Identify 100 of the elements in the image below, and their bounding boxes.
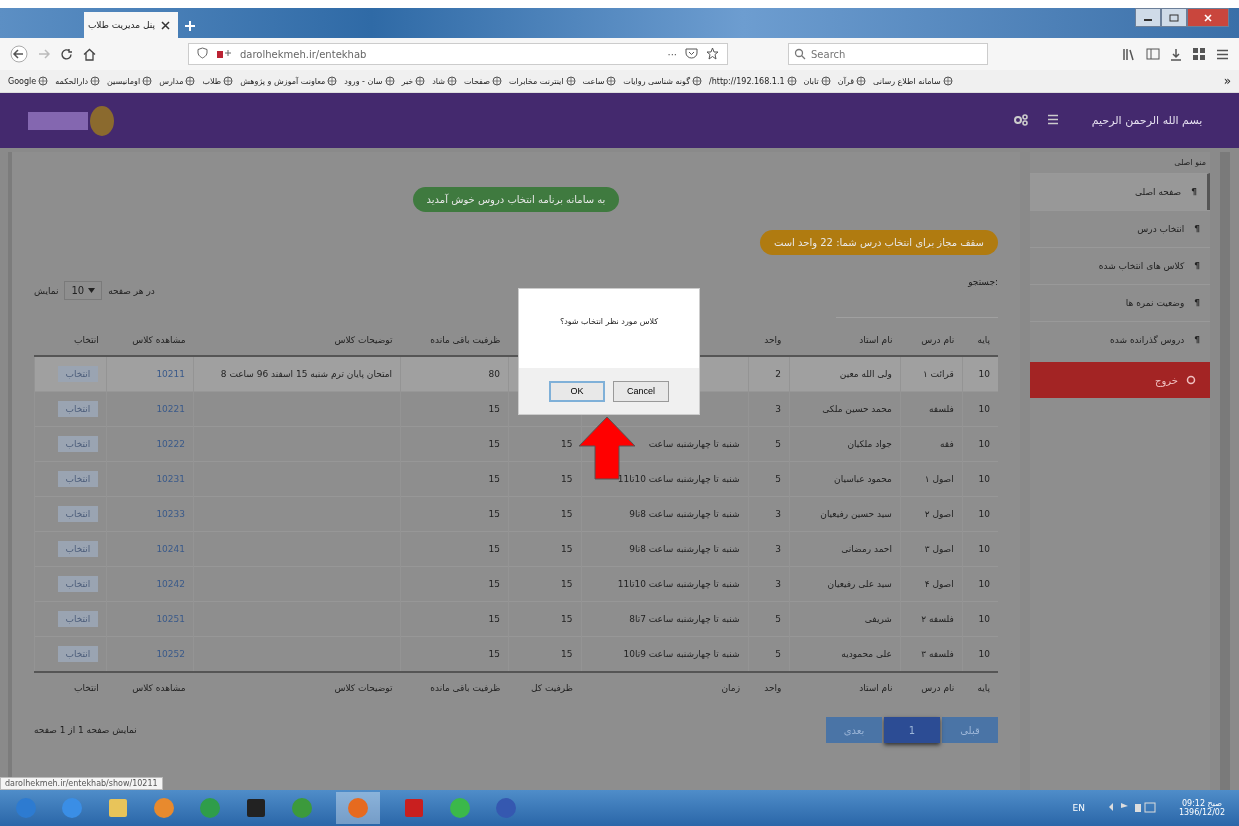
sidebar-item[interactable]: انتخاب درس ¶ — [1030, 210, 1210, 247]
table-cell: 3 — [775, 509, 781, 519]
column-header[interactable]: نام استاد — [859, 335, 893, 345]
select-button[interactable]: انتخاب — [57, 506, 99, 522]
table-cell: شنبه تا چهارشنبه ساعت 8تا9 — [629, 509, 740, 519]
globe-icon — [786, 76, 797, 86]
bookmark-star-icon[interactable] — [706, 46, 719, 62]
column-footer: مشاهده کلاس — [106, 672, 194, 703]
table-cell: فقه — [940, 439, 954, 449]
download-icon[interactable] — [1170, 47, 1182, 61]
globe-icon — [38, 76, 49, 86]
sidebar-item[interactable]: صفحه اصلی ¶ — [1030, 173, 1210, 210]
select-button[interactable]: انتخاب — [57, 436, 99, 452]
settings-icon[interactable] — [1013, 112, 1029, 129]
bookmark-link[interactable]: اینترنت مخابرات — [508, 76, 576, 86]
select-button[interactable]: انتخاب — [57, 401, 99, 417]
table-cell: محمد حسین ملکی — [822, 404, 892, 414]
round-app-icon[interactable] — [448, 796, 472, 820]
extensions-icon[interactable] — [1192, 47, 1206, 61]
bookmark-link[interactable]: مدارس — [159, 76, 196, 86]
select-button[interactable]: انتخاب — [57, 611, 99, 627]
language-indicator[interactable]: EN — [1072, 803, 1085, 813]
sidebar-icon[interactable] — [1146, 48, 1160, 60]
menu-icon[interactable] — [1216, 48, 1229, 60]
select-button[interactable]: انتخاب — [57, 576, 99, 592]
table-cell: ولی الله معین — [839, 369, 892, 379]
table-cell: 5 — [775, 439, 781, 449]
sidebar-item[interactable]: دروس گذرانده شده ¶ — [1030, 321, 1210, 358]
bookmark-link[interactable]: دارالحکمه — [55, 76, 101, 86]
bookmark-link[interactable]: طلاب — [202, 76, 234, 86]
class-link[interactable]: 10211 — [156, 369, 185, 379]
bookmark-link[interactable]: سان - ورود — [344, 76, 395, 86]
sidebar-item-label: وضعیت نمره ها — [1125, 298, 1185, 308]
column-header[interactable]: ظرفیت باقی مانده — [430, 335, 501, 345]
table-cell: قرائت ۱ — [922, 369, 954, 379]
column-header[interactable]: مشاهده کلاس — [132, 335, 186, 345]
globe-icon — [491, 76, 502, 86]
table-cell: احمد رمضانی — [841, 544, 892, 554]
new-tab-icon[interactable] — [184, 20, 196, 32]
browser-tab[interactable]: پنل مدیریت طلاب — [84, 12, 178, 38]
address-bar[interactable]: darolhekmeh.ir/entekhab ··· — [188, 43, 728, 65]
start-orb-icon[interactable] — [14, 796, 38, 820]
bookmark-link[interactable]: خبر — [401, 76, 426, 86]
sidebar-item-label: انتخاب درس — [1137, 224, 1185, 234]
globe-icon — [856, 76, 867, 86]
bookmark-link[interactable]: سامانه اطلاع رسانی — [873, 76, 953, 86]
globe-icon — [185, 76, 196, 86]
column-header[interactable]: انتخاب — [74, 335, 99, 345]
bookmark-link[interactable]: اومانیسین — [107, 76, 153, 86]
dialog-button[interactable]: OK — [549, 380, 605, 402]
sidebar-item[interactable]: وضعیت نمره ها ¶ — [1030, 284, 1210, 321]
bookmark-link[interactable]: صفحات — [464, 76, 502, 86]
name-redaction-block — [28, 111, 88, 130]
reload-icon[interactable] — [60, 47, 73, 61]
column-header[interactable]: پایه — [977, 335, 990, 345]
menu-icon[interactable] — [1047, 114, 1059, 127]
bookmark-link[interactable]: Google — [8, 76, 49, 86]
url-text: darolhekmeh.ir/entekhab — [240, 48, 367, 60]
pocket-icon[interactable] — [685, 47, 698, 61]
column-header[interactable]: توضیحات کلاس — [334, 335, 393, 345]
home-icon[interactable] — [83, 47, 96, 61]
alert-message: به سامانه برنامه انتخاب دروس خوش آمدید — [412, 187, 620, 212]
select-button[interactable]: انتخاب — [57, 471, 99, 487]
shield-icon — [197, 47, 208, 61]
page-length-label: نمایش — [34, 285, 59, 296]
column-footer: واحد — [748, 672, 790, 703]
search-field[interactable]: Search — [788, 43, 988, 65]
bookmark-link[interactable]: شاد — [432, 76, 457, 86]
lock-warning-icon — [216, 47, 232, 61]
column-footer: پایه — [962, 672, 998, 703]
dialog-button[interactable]: Cancel — [613, 380, 669, 402]
scrollbar[interactable] — [1220, 152, 1230, 790]
table-cell: 3 — [775, 544, 781, 554]
logout-button[interactable]: خروج — [1030, 362, 1210, 398]
bookmark-link[interactable]: تابان — [803, 76, 831, 86]
select-button[interactable]: انتخاب — [57, 366, 99, 382]
table-cell: فلسفه ۲ — [921, 614, 954, 624]
sidebar-item[interactable]: کلاس های انتخاب شده ¶ — [1030, 247, 1210, 284]
bookmark-link[interactable]: معاونت آموزش و پژوهش — [240, 76, 338, 86]
column-header[interactable]: واحد — [764, 335, 782, 345]
bookmark-link[interactable]: گونه شناسی روایات — [623, 76, 702, 86]
page-length-select[interactable]: 10 — [64, 281, 103, 300]
page-actions-icon[interactable]: ··· — [667, 48, 677, 60]
library-icon[interactable] — [1122, 47, 1136, 61]
select-button[interactable]: انتخاب — [57, 541, 99, 557]
bookmark-link[interactable]: http://192.168.1.1/ — [709, 76, 797, 86]
more-bookmarks-icon[interactable]: » — [1223, 74, 1231, 88]
pagination-button[interactable]: 1 — [884, 717, 940, 743]
table-cell: 15 — [561, 509, 573, 519]
close-icon[interactable] — [1187, 8, 1229, 27]
select-button[interactable]: انتخاب — [57, 646, 99, 662]
bookmark-link[interactable]: ساعت — [582, 76, 617, 86]
avatar-placeholder — [90, 105, 114, 136]
column-footer: انتخاب — [34, 672, 107, 703]
bookmark-link[interactable]: قرآن — [837, 76, 867, 86]
close-tab-icon[interactable] — [161, 20, 170, 30]
minimize-icon[interactable] — [1135, 8, 1161, 27]
column-header[interactable]: نام درس — [921, 335, 955, 345]
table-cell: 15 — [561, 649, 573, 659]
back-icon[interactable] — [10, 45, 28, 63]
